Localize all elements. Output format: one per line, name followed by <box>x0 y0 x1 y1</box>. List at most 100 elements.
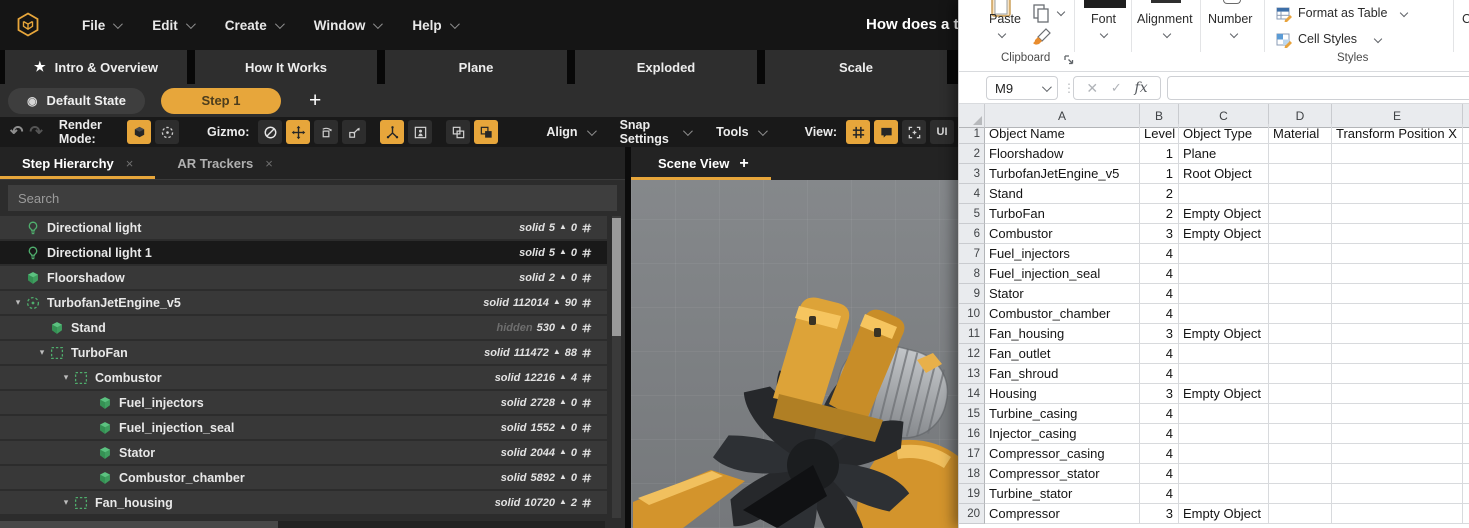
cell[interactable]: Housing <box>985 384 1140 404</box>
cell[interactable] <box>1269 384 1332 404</box>
add-view-icon[interactable]: + <box>739 155 748 173</box>
cell[interactable]: 3 <box>1140 384 1179 404</box>
tab-ar-trackers[interactable]: AR Trackers × <box>155 147 294 179</box>
cell-styles-chevron-icon[interactable] <box>1374 35 1382 43</box>
cell[interactable] <box>1269 404 1332 424</box>
cell[interactable] <box>1463 244 1469 264</box>
cell[interactable]: 1 <box>1140 144 1179 164</box>
cell[interactable]: Compressor_stator <box>985 464 1140 484</box>
cell[interactable] <box>1463 224 1469 244</box>
cell[interactable] <box>1269 344 1332 364</box>
menu-file[interactable]: File <box>66 0 136 50</box>
hierarchy-item[interactable]: Directional lightsolid5▲0 <box>0 216 607 239</box>
font-group-button[interactable]: Font <box>1091 12 1116 26</box>
cell[interactable]: 4 <box>1140 444 1179 464</box>
gizmo-rotate-button[interactable] <box>314 120 338 144</box>
cell[interactable] <box>1269 364 1332 384</box>
render-mode-orbit-button[interactable] <box>155 120 179 144</box>
project-tab-how-it-works[interactable]: How It Works <box>195 50 377 84</box>
gizmo-none-button[interactable] <box>258 120 282 144</box>
cell[interactable] <box>1332 264 1463 284</box>
gizmo-scale-button[interactable] <box>342 120 366 144</box>
row-header[interactable]: 2 <box>959 144 985 164</box>
row-header[interactable]: 7 <box>959 244 985 264</box>
cell[interactable] <box>1463 364 1469 384</box>
cell[interactable] <box>1332 384 1463 404</box>
view-comments-button[interactable] <box>874 120 898 144</box>
cell[interactable] <box>1463 284 1469 304</box>
cell[interactable]: Floorshadow <box>985 144 1140 164</box>
row-header[interactable]: 18 <box>959 464 985 484</box>
cell[interactable]: Transform Position X <box>1332 124 1463 144</box>
font-chevron-icon[interactable] <box>1100 30 1108 38</box>
cell[interactable]: 1 <box>1140 164 1179 184</box>
align-menu[interactable]: Align <box>546 125 593 139</box>
row-header[interactable]: 9 <box>959 284 985 304</box>
row-header[interactable]: 17 <box>959 444 985 464</box>
pivot-button[interactable] <box>446 120 470 144</box>
snap-settings-menu[interactable]: Snap Settings <box>620 118 691 146</box>
enter-icon[interactable]: ✓ <box>1111 80 1122 96</box>
row-header[interactable]: 6 <box>959 224 985 244</box>
menu-window[interactable]: Window <box>298 0 397 50</box>
undo-icon[interactable]: ↶ <box>10 122 23 142</box>
number-group-button[interactable]: Number <box>1208 12 1252 26</box>
default-state-button[interactable]: ◉ Default State <box>8 88 145 114</box>
cell[interactable] <box>1269 224 1332 244</box>
cell[interactable] <box>1269 464 1332 484</box>
gizmo-move-button[interactable] <box>286 120 310 144</box>
cell[interactable] <box>1332 444 1463 464</box>
view-focus-button[interactable] <box>902 120 926 144</box>
row-header[interactable]: 20 <box>959 504 985 524</box>
cell[interactable]: 3 <box>1140 324 1179 344</box>
cell[interactable]: Stator <box>985 284 1140 304</box>
tools-menu[interactable]: Tools <box>716 125 764 139</box>
row-header[interactable]: 15 <box>959 404 985 424</box>
render-mode-solid-button[interactable] <box>127 120 151 144</box>
cell[interactable]: Fuel_injection_seal <box>985 264 1140 284</box>
cell[interactable]: Combustor <box>985 224 1140 244</box>
cell[interactable] <box>1332 244 1463 264</box>
menu-create[interactable]: Create <box>209 0 298 50</box>
cell[interactable] <box>1463 444 1469 464</box>
row-header[interactable]: 5 <box>959 204 985 224</box>
hierarchy-item[interactable]: Floorshadowsolid2▲0 <box>0 266 607 289</box>
cell[interactable]: Fuel_injectors <box>985 244 1140 264</box>
expand-arrow-icon[interactable]: ▾ <box>58 372 74 383</box>
cell[interactable] <box>1332 404 1463 424</box>
cell[interactable] <box>1463 344 1469 364</box>
cell[interactable]: 4 <box>1140 404 1179 424</box>
cell[interactable]: Turbine_casing <box>985 404 1140 424</box>
cell[interactable] <box>1179 264 1269 284</box>
menu-edit[interactable]: Edit <box>136 0 209 50</box>
cell[interactable] <box>1179 344 1269 364</box>
row-header[interactable]: 4 <box>959 184 985 204</box>
format-painter-icon[interactable] <box>1032 27 1054 47</box>
cell[interactable] <box>1463 464 1469 484</box>
expand-arrow-icon[interactable]: ▾ <box>10 297 26 308</box>
cell[interactable]: TurbofanJetEngine_v5 <box>985 164 1140 184</box>
project-tab-scale[interactable]: Scale <box>765 50 947 84</box>
cell[interactable]: 4 <box>1140 464 1179 484</box>
cell[interactable]: 4 <box>1140 284 1179 304</box>
expand-arrow-icon[interactable]: ▾ <box>58 497 74 508</box>
row-header[interactable]: 19 <box>959 484 985 504</box>
insert-function-icon[interactable]: fx <box>1135 80 1148 96</box>
cell[interactable] <box>1179 364 1269 384</box>
cell[interactable]: Fan_housing <box>985 324 1140 344</box>
select-all-corner[interactable] <box>959 104 985 128</box>
cell[interactable] <box>1179 484 1269 504</box>
cell[interactable] <box>1463 304 1469 324</box>
pivot-center-button[interactable] <box>474 120 498 144</box>
cell[interactable] <box>1332 424 1463 444</box>
horizontal-scrollbar[interactable] <box>0 521 605 528</box>
hierarchy-item[interactable]: Fuel_injectorssolid2728▲0 <box>0 391 607 414</box>
cell[interactable]: Combustor_chamber <box>985 304 1140 324</box>
cell[interactable] <box>1179 464 1269 484</box>
cell[interactable] <box>1332 324 1463 344</box>
cell[interactable]: Stand <box>985 184 1140 204</box>
cell[interactable] <box>1269 424 1332 444</box>
hierarchy-item[interactable]: ▾Fan_housingsolid10720▲2 <box>0 491 607 514</box>
formula-input[interactable] <box>1167 76 1469 100</box>
project-tab-exploded[interactable]: Exploded <box>575 50 757 84</box>
